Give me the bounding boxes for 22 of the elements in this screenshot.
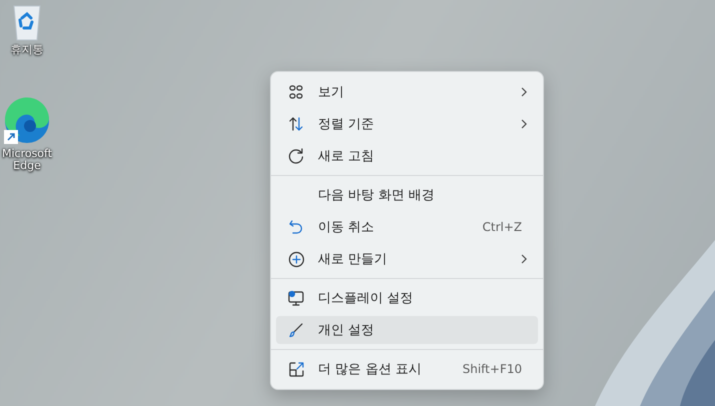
desktop-icon-label: Microsoft Edge	[0, 148, 54, 172]
menu-item[interactable]: 정렬 기준	[276, 110, 538, 138]
display-icon	[287, 289, 305, 307]
browser-icon[interactable]	[2, 96, 52, 146]
menu-item[interactable]: 새로 만들기	[276, 245, 538, 273]
menu-item[interactable]: 이동 취소 Ctrl+Z	[276, 213, 538, 241]
menu-item[interactable]: 다음 바탕 화면 배경	[276, 181, 538, 209]
brush-icon	[288, 322, 304, 338]
shortcut-text: Ctrl+Z	[482, 220, 522, 234]
undo-icon	[288, 219, 304, 235]
menu-item[interactable]: 개인 설정	[276, 316, 538, 344]
menu-item[interactable]: 디스플레이 설정	[276, 284, 538, 312]
refresh-icon	[287, 147, 305, 165]
desktop-icon-label: 휴지통	[10, 44, 44, 56]
menu-item[interactable]: 보기	[276, 78, 538, 106]
plus-circle-icon	[288, 250, 304, 268]
open-external-icon	[288, 360, 304, 378]
sort-icon	[288, 116, 304, 132]
menu-item[interactable]: 더 많은 옵션 표시 Shift+F10	[276, 355, 538, 383]
grid-icon	[288, 84, 304, 100]
shortcut-text: Shift+F10	[462, 362, 522, 376]
menu-item[interactable]: 새로 고침	[276, 142, 538, 170]
